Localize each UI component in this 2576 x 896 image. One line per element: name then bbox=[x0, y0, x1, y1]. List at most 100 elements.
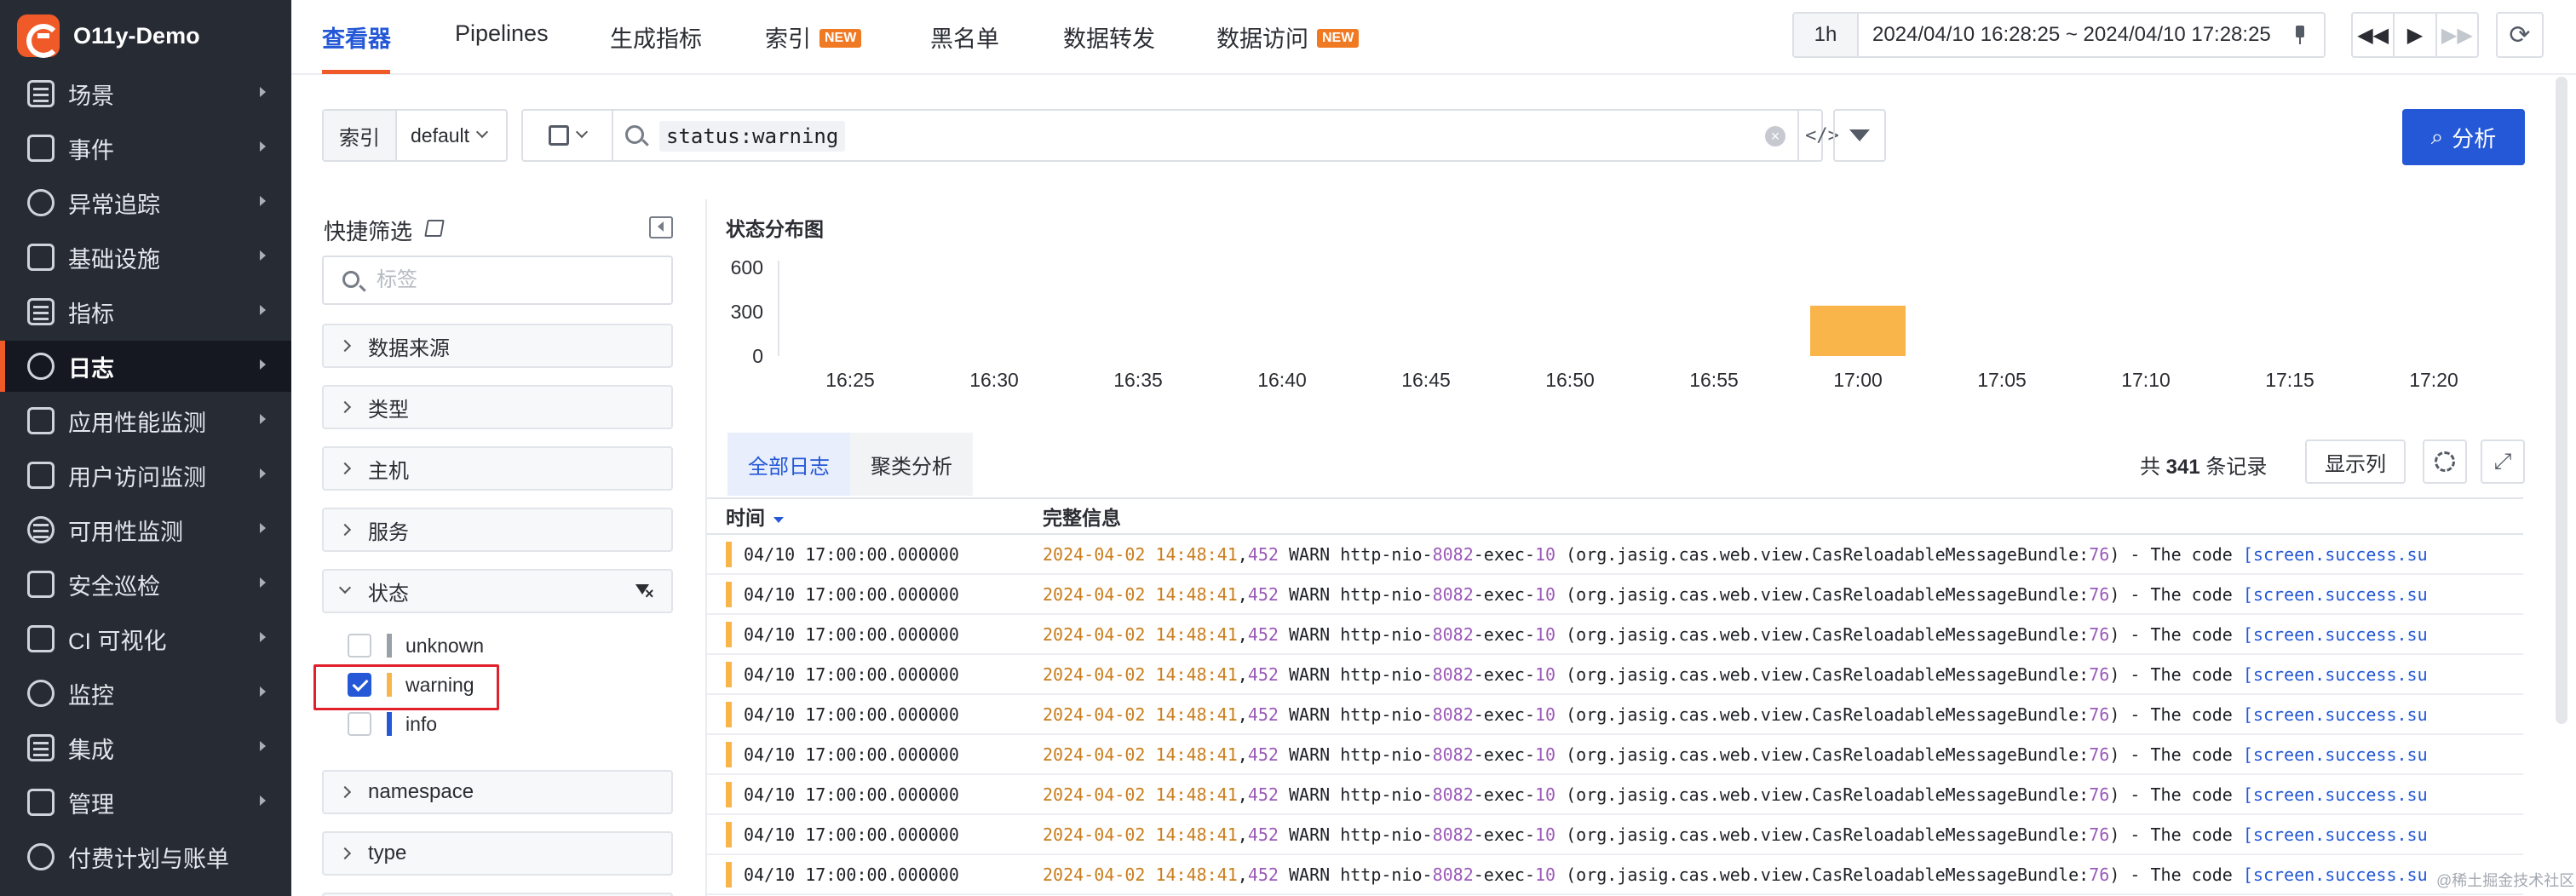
tab-index[interactable]: 索引 NEW bbox=[765, 20, 862, 54]
sidebar-item-14[interactable]: 付费计划与账单 bbox=[0, 831, 291, 882]
query-input[interactable]: status:warning × </> bbox=[521, 109, 1839, 162]
sidebar-item-6[interactable]: 应用性能监测 bbox=[0, 395, 291, 446]
sort-icon[interactable] bbox=[773, 517, 784, 523]
rewind-icon: ◀◀ bbox=[2357, 23, 2389, 47]
analyze-button[interactable]: ⌕ 分析 bbox=[2402, 109, 2525, 165]
log-time: 04/10 17:00:00.000000 bbox=[744, 784, 959, 805]
tab-all-logs[interactable]: 全部日志 bbox=[727, 433, 850, 496]
refresh-button[interactable]: ⟳ bbox=[2496, 12, 2544, 58]
facet-type-field[interactable]: type bbox=[322, 831, 673, 876]
status-option-unknown[interactable]: unknown bbox=[348, 630, 484, 661]
pin-icon[interactable] bbox=[2291, 26, 2309, 44]
query-mode-selector[interactable] bbox=[523, 111, 613, 160]
play-button[interactable]: ▶ bbox=[2395, 14, 2437, 56]
chevron-down-icon bbox=[475, 125, 489, 139]
status-bar bbox=[726, 541, 732, 567]
table-row[interactable]: 04/10 17:00:00.000000 2024-04-02 14:48:41… bbox=[707, 615, 2523, 655]
table-row[interactable]: 04/10 17:00:00.000000 2024-04-02 14:48:41… bbox=[707, 695, 2523, 735]
fast-forward-icon: ▶▶ bbox=[2441, 23, 2473, 47]
log-time: 04/10 17:00:00.000000 bbox=[744, 744, 959, 765]
status-option-info[interactable]: info bbox=[348, 709, 437, 739]
facet-status[interactable]: 状态 bbox=[322, 569, 673, 613]
tag-search-input[interactable]: 标签 bbox=[322, 256, 673, 305]
checkbox[interactable] bbox=[348, 712, 371, 736]
time-range-text[interactable]: 2024/04/10 16:28:25 ~ 2024/04/10 17:28:2… bbox=[1859, 23, 2291, 47]
results-panel: 状态分布图 0 300 600 16:25 16:30 16:35 16:40 16:45 16… bbox=[707, 199, 2576, 896]
tab-blacklist[interactable]: 黑名单 bbox=[930, 20, 999, 54]
table-row[interactable]: 04/10 17:00:00.000000 2024-04-02 14:48:41… bbox=[707, 655, 2523, 695]
sidebar-item-label: 事件 bbox=[68, 137, 114, 164]
facet-more[interactable] bbox=[322, 893, 673, 896]
sidebar-item-3[interactable]: 基础设施 bbox=[0, 232, 291, 283]
log-message: 2024-04-02 14:48:41,452 WARN http-nio-80… bbox=[1043, 623, 2428, 645]
query-text[interactable]: status:warning bbox=[659, 121, 846, 152]
tab-data-forwarding[interactable]: 数据转发 bbox=[1063, 20, 1155, 54]
sidebar-item-1[interactable]: 事件 bbox=[0, 123, 291, 174]
chevron-right-icon bbox=[260, 577, 266, 588]
edit-icon[interactable] bbox=[424, 220, 445, 237]
page-scrollbar[interactable] bbox=[2556, 77, 2567, 724]
chevron-right-icon bbox=[260, 141, 266, 152]
clear-filter-icon[interactable] bbox=[635, 584, 654, 600]
filter-button[interactable] bbox=[1833, 109, 1886, 162]
sidebar-item-7[interactable]: 用户访问监测 bbox=[0, 450, 291, 501]
sidebar-item-0[interactable]: 场景 bbox=[0, 68, 291, 119]
sidebar-item-13[interactable]: 管理 bbox=[0, 777, 291, 828]
tab-viewer[interactable]: 查看器 bbox=[322, 20, 391, 54]
facet-service[interactable]: 服务 bbox=[322, 508, 673, 552]
sidebar-item-label: 基础设施 bbox=[68, 246, 160, 273]
x-tick-label: 17:00 bbox=[1833, 369, 1883, 391]
sidebar-item-5[interactable]: 日志 bbox=[0, 341, 291, 392]
brand[interactable]: O11y-Demo bbox=[17, 12, 200, 60]
index-value[interactable]: default bbox=[397, 111, 506, 160]
x-tick-label: 16:45 bbox=[1401, 369, 1451, 391]
index-selector[interactable]: 索引 default bbox=[322, 109, 508, 162]
expand-icon: ⤢ bbox=[2493, 448, 2512, 474]
chevron-right-icon bbox=[260, 795, 266, 806]
y-tick-label: 0 bbox=[752, 345, 763, 367]
sidebar-item-4[interactable]: 指标 bbox=[0, 286, 291, 337]
table-row[interactable]: 04/10 17:00:00.000000 2024-04-02 14:48:41… bbox=[707, 535, 2523, 575]
table-row[interactable]: 04/10 17:00:00.000000 2024-04-02 14:48:41… bbox=[707, 775, 2523, 815]
settings-button[interactable] bbox=[2423, 439, 2467, 484]
time-preset-button[interactable]: 1h bbox=[1794, 14, 1859, 56]
sidebar-item-2[interactable]: 异常追踪 bbox=[0, 177, 291, 228]
show-columns-button[interactable]: 显示列 bbox=[2305, 439, 2406, 484]
facet-host[interactable]: 主机 bbox=[322, 446, 673, 491]
bar-warning[interactable] bbox=[1810, 305, 1906, 356]
sidebar-item-10[interactable]: CI 可视化 bbox=[0, 613, 291, 664]
sidebar-item-11[interactable]: 监控 bbox=[0, 668, 291, 719]
workspace-name: O11y-Demo bbox=[73, 22, 200, 49]
tab-generate-metrics[interactable]: 生成指标 bbox=[610, 20, 702, 54]
log-explorer-page: O11y-Demo 场景事件异常追踪基础设施指标 日志 应用性能监测 用户访问监测 可用… bbox=[0, 0, 2576, 896]
time-picker[interactable]: 1h 2024/04/10 16:28:25 ~ 2024/04/10 17:2… bbox=[1792, 12, 2326, 58]
table-row[interactable]: 04/10 17:00:00.000000 2024-04-02 14:48:41… bbox=[707, 735, 2523, 775]
facet-namespace[interactable]: namespace bbox=[322, 770, 673, 814]
x-tick-label: 16:40 bbox=[1257, 369, 1307, 391]
table-row[interactable]: 04/10 17:00:00.000000 2024-04-02 14:48:41… bbox=[707, 575, 2523, 615]
tab-cluster-analysis[interactable]: 聚类分析 bbox=[850, 433, 973, 496]
column-header-message[interactable]: 完整信息 bbox=[1043, 502, 1121, 531]
column-header-time[interactable]: 时间 bbox=[707, 502, 1043, 531]
checkbox[interactable] bbox=[348, 634, 371, 658]
log-table: 时间 完整信息 04/10 17:00:00.000000 2024-04-02 … bbox=[707, 497, 2523, 895]
sliders-icon bbox=[27, 789, 55, 816]
sidebar-item-12[interactable]: 集成 bbox=[0, 722, 291, 773]
ci-icon bbox=[27, 625, 55, 652]
table-row[interactable]: 04/10 17:00:00.000000 2024-04-02 14:48:41… bbox=[707, 855, 2523, 895]
fast-forward-button[interactable]: ▶▶ bbox=[2437, 14, 2477, 56]
sidebar-item-8[interactable]: 可用性监测 bbox=[0, 504, 291, 555]
search-icon bbox=[342, 271, 359, 288]
tab-data-access[interactable]: 数据访问 NEW bbox=[1216, 20, 1360, 54]
sidebar-item-9[interactable]: 安全巡检 bbox=[0, 559, 291, 610]
rewind-button[interactable]: ◀◀ bbox=[2353, 14, 2395, 56]
facet-data-source[interactable]: 数据来源 bbox=[322, 324, 673, 368]
fullscreen-button[interactable]: ⤢ bbox=[2481, 439, 2525, 484]
collapse-panel-icon[interactable] bbox=[649, 216, 673, 238]
facet-type[interactable]: 类型 bbox=[322, 385, 673, 429]
table-row[interactable]: 04/10 17:00:00.000000 2024-04-02 14:48:41… bbox=[707, 815, 2523, 855]
status-color-swatch bbox=[387, 712, 392, 736]
tab-pipelines[interactable]: Pipelines bbox=[455, 20, 549, 47]
sidebar-item-label: 管理 bbox=[68, 791, 114, 818]
clear-query-icon[interactable]: × bbox=[1765, 126, 1785, 146]
